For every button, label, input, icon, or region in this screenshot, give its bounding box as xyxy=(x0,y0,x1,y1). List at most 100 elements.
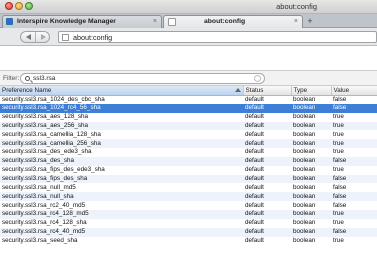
preference-name-cell: security.ssl3.rsa_aes_256_sha xyxy=(0,121,243,131)
value-cell: true xyxy=(331,121,377,131)
table-row[interactable]: security.ssl3.rsa_camellia_128_sha defaul… xyxy=(0,130,377,139)
value-cell: true xyxy=(331,209,377,219)
type-cell: boolean xyxy=(291,139,331,149)
table-row[interactable]: security.ssl3.rsa_1024_rc4_56_sha default… xyxy=(0,103,377,113)
preference-name-cell: security.ssl3.rsa_aes_128_sha xyxy=(2,113,88,121)
status-cell: default xyxy=(245,166,264,174)
type-cell: boolean xyxy=(293,236,316,244)
table-row[interactable]: security.ssl3.rsa_fips_des_ede3_sha defau… xyxy=(0,166,377,175)
type-cell: boolean xyxy=(293,201,316,209)
filter-label: Filter: xyxy=(3,75,20,82)
tab-label: Interspire Knowledge Manager xyxy=(17,18,116,25)
value-cell: false xyxy=(333,95,347,103)
table-body: security.ssl3.rsa_1024_des_cbc_shadefaul… xyxy=(0,95,377,245)
type-cell: boolean xyxy=(293,148,316,156)
status-cell: default xyxy=(245,201,264,209)
type-cell: boolean xyxy=(293,130,316,138)
preference-name-cell: security.ssl3.rsa_camellia_256_sha xyxy=(0,139,243,149)
tab-label: about:config xyxy=(204,18,246,25)
table-row[interactable]: security.ssl3.rsa_1024_des_cbc_sha defaul… xyxy=(0,95,377,104)
value-cell: true xyxy=(333,130,344,138)
tab-about-config[interactable]: about:config × xyxy=(163,15,303,28)
value-cell: false xyxy=(331,174,377,184)
column-header-type[interactable]: Type xyxy=(291,86,332,96)
close-tab-icon[interactable]: × xyxy=(153,16,157,28)
value-cell: true xyxy=(333,113,344,121)
filter-bar: Filter: ssl3.rsa xyxy=(0,70,377,86)
page-favicon-icon xyxy=(168,18,176,26)
status-cell: default xyxy=(243,156,291,166)
preference-name-cell: security.ssl3.rsa_rc4_40_md5 xyxy=(0,227,243,237)
value-cell: true xyxy=(333,166,344,174)
table-row[interactable]: security.ssl3.rsa_rc4_128_md5 default bool… xyxy=(0,209,377,219)
table-row[interactable]: security.ssl3.rsa_fips_des_sha default boo… xyxy=(0,174,377,184)
preference-name-cell: security.ssl3.rsa_des_ede3_sha xyxy=(2,148,92,156)
header-label: Preference Name xyxy=(2,86,52,94)
preference-name-cell: security.ssl3.rsa_des_sha xyxy=(0,156,243,166)
type-cell: boolean xyxy=(293,95,316,103)
table-row[interactable]: security.ssl3.rsa_des_sha default boolean f… xyxy=(0,156,377,166)
back-forward-buttons xyxy=(20,31,50,43)
status-cell: default xyxy=(243,174,291,184)
status-cell: default xyxy=(245,130,264,138)
value-cell: true xyxy=(333,236,344,244)
back-button[interactable] xyxy=(21,32,36,42)
table-row[interactable]: security.ssl3.rsa_seed_sha default boolean… xyxy=(0,237,377,246)
column-header-preference-name[interactable]: Preference Name xyxy=(0,86,244,96)
table-row[interactable]: security.ssl3.rsa_null_sha default boolean… xyxy=(0,192,377,202)
preference-name-cell: security.ssl3.rsa_fips_des_sha xyxy=(0,174,243,184)
table-row[interactable]: security.ssl3.rsa_null_md5 default boolean… xyxy=(0,183,377,192)
table-row[interactable]: security.ssl3.rsa_aes_256_sha default bool… xyxy=(0,121,377,131)
new-tab-button[interactable]: + xyxy=(304,17,316,27)
page-content: Filter: ssl3.rsa Preference Name Status … xyxy=(0,47,377,266)
status-cell: default xyxy=(245,183,264,191)
table-row[interactable]: security.ssl3.rsa_rc4_128_sha default bool… xyxy=(0,219,377,228)
title-bar: about:config xyxy=(0,0,377,14)
value-cell: false xyxy=(331,227,377,237)
value-cell: false xyxy=(331,103,377,113)
table-row[interactable]: security.ssl3.rsa_aes_128_sha default bool… xyxy=(0,113,377,122)
type-cell: boolean xyxy=(293,166,316,174)
preference-name-cell: security.ssl3.rsa_camellia_128_sha xyxy=(2,130,101,138)
status-cell: default xyxy=(243,121,291,131)
url-bar[interactable]: about:config xyxy=(58,31,377,43)
value-cell: false xyxy=(333,183,347,191)
type-cell: boolean xyxy=(291,227,331,237)
preference-name-cell: security.ssl3.rsa_fips_des_ede3_sha xyxy=(2,166,105,174)
clear-filter-icon[interactable] xyxy=(254,75,261,82)
preference-name-cell: security.ssl3.rsa_rc2_40_md5 xyxy=(2,201,86,209)
forward-button[interactable] xyxy=(36,32,50,42)
column-header-status[interactable]: Status xyxy=(243,86,292,96)
table-row[interactable]: security.ssl3.rsa_rc4_40_md5 default boole… xyxy=(0,227,377,237)
value-cell: false xyxy=(333,201,347,209)
column-header-value[interactable]: Value xyxy=(331,86,377,96)
sort-ascending-icon xyxy=(235,88,241,92)
preference-name-cell: security.ssl3.rsa_1024_des_cbc_sha xyxy=(2,95,105,103)
value-cell: true xyxy=(331,139,377,149)
preference-name-cell: security.ssl3.rsa_rc4_128_sha xyxy=(2,219,87,227)
type-cell: boolean xyxy=(291,209,331,219)
status-cell: default xyxy=(243,103,291,113)
interspire-favicon-icon xyxy=(6,18,13,25)
status-cell: default xyxy=(243,192,291,202)
preference-name-cell: security.ssl3.rsa_rc4_128_md5 xyxy=(0,209,243,219)
value-cell: true xyxy=(333,219,344,227)
window-title: about:config xyxy=(276,2,317,11)
preference-name-cell: security.ssl3.rsa_null_md5 xyxy=(2,183,76,191)
tab-interspire[interactable]: Interspire Knowledge Manager × xyxy=(2,15,162,28)
filter-search-input[interactable]: ssl3.rsa xyxy=(20,73,265,84)
preference-name-cell: security.ssl3.rsa_null_sha xyxy=(0,192,243,202)
status-cell: default xyxy=(245,219,264,227)
tab-strip: Interspire Knowledge Manager × about:con… xyxy=(0,14,377,28)
status-cell: default xyxy=(243,227,291,237)
table-row[interactable]: security.ssl3.rsa_rc2_40_md5 default boole… xyxy=(0,201,377,210)
close-tab-icon[interactable]: × xyxy=(294,16,298,28)
preferences-table: Preference Name Status Type Value securi… xyxy=(0,86,377,245)
navigation-bar: about:config xyxy=(0,28,377,46)
status-cell: default xyxy=(245,148,264,156)
url-text: about:config xyxy=(73,33,113,42)
table-row[interactable]: security.ssl3.rsa_des_ede3_sha default boo… xyxy=(0,148,377,157)
type-cell: boolean xyxy=(291,192,331,202)
table-row[interactable]: security.ssl3.rsa_camellia_256_sha defaul… xyxy=(0,139,377,149)
search-icon xyxy=(25,76,30,81)
